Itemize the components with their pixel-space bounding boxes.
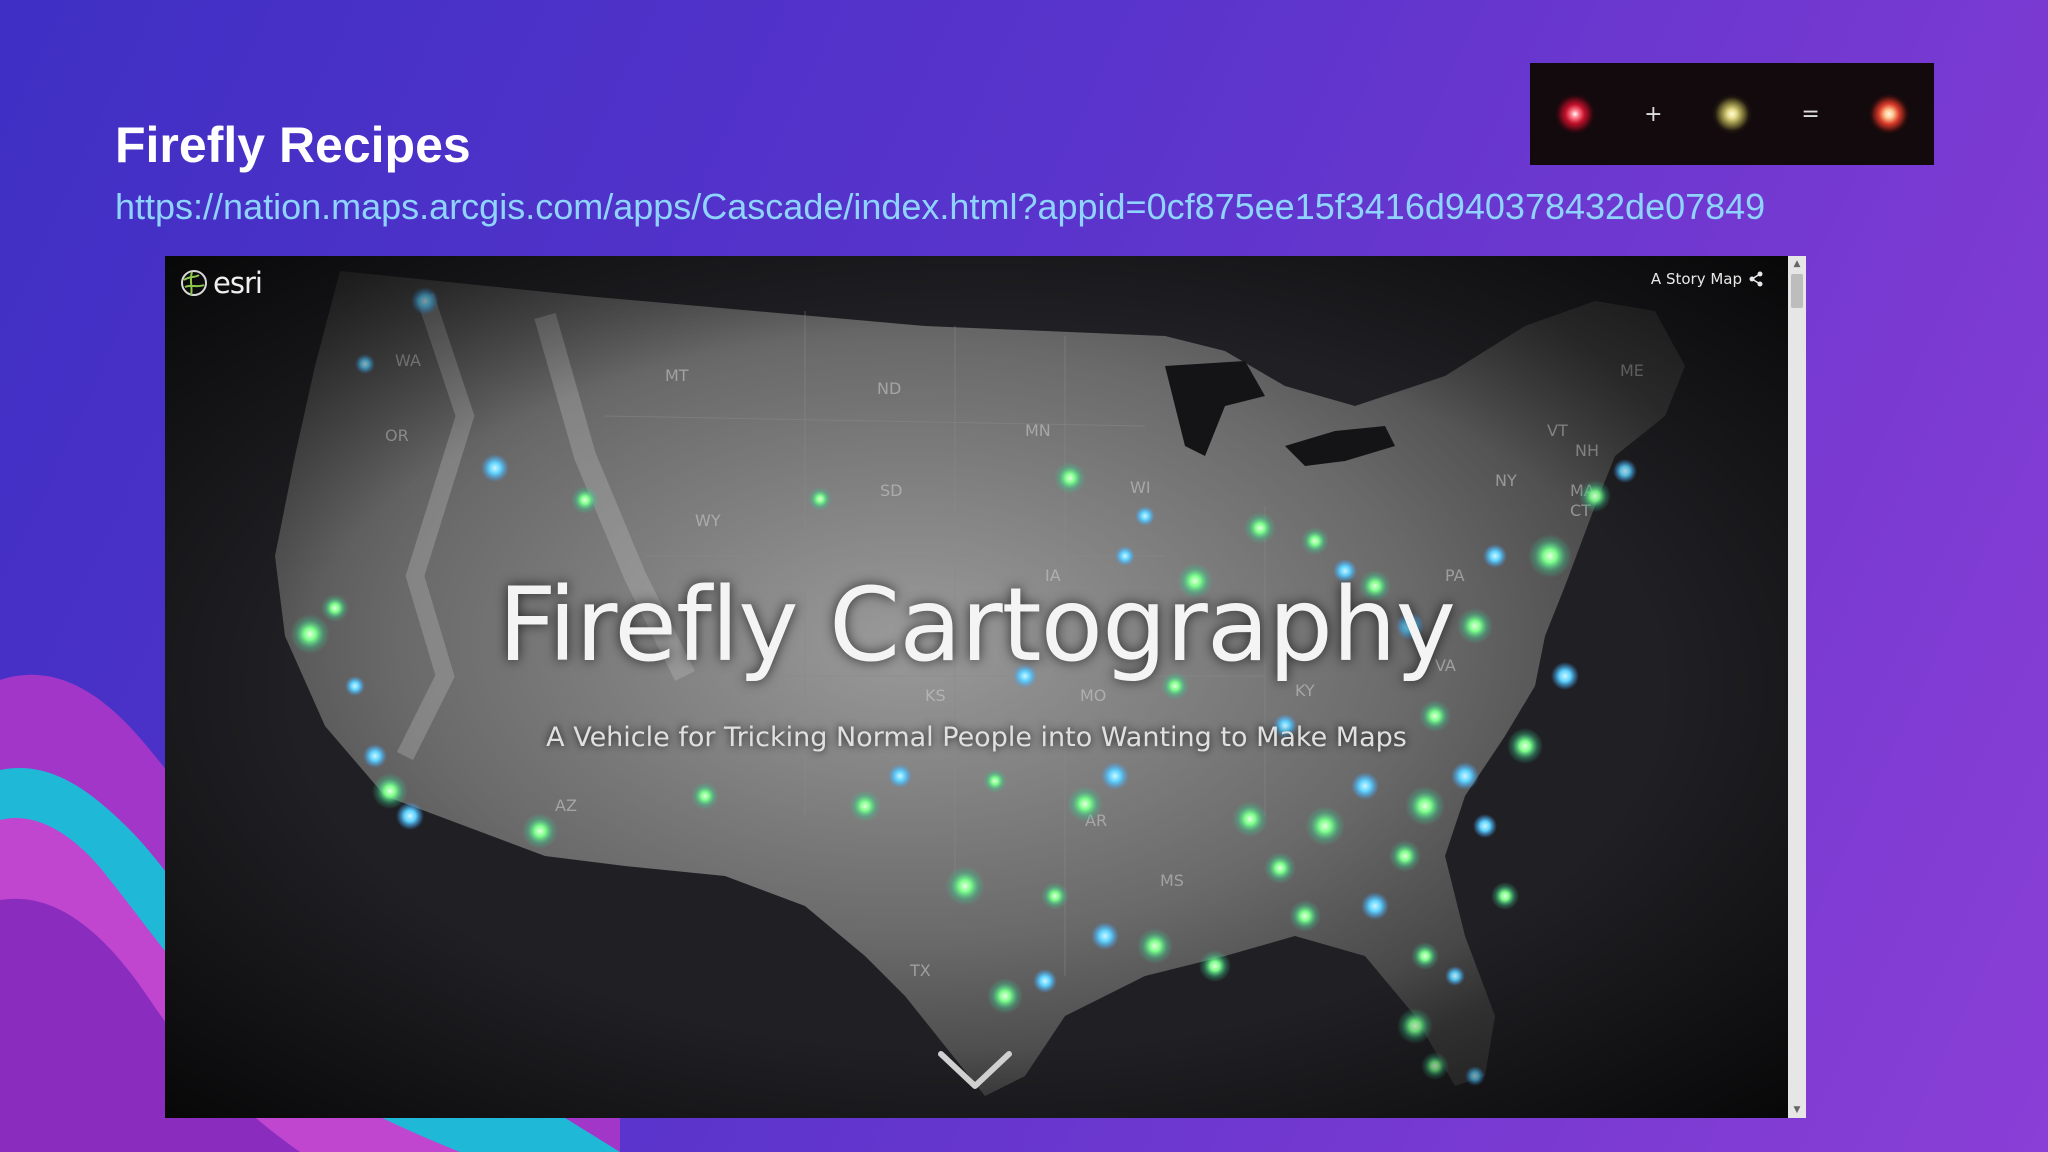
firefly-map[interactable]: ND MN SD WI IA MO KS KY VA PA NY VT NH M… [165, 256, 1788, 1118]
hero-subtitle: A Vehicle for Tricking Normal People int… [546, 722, 1407, 753]
orange-glow-swatch [1869, 94, 1910, 134]
scroll-down-arrow-icon[interactable]: ▼ [1788, 1102, 1806, 1118]
esri-logo-text: esri [213, 266, 263, 300]
vertical-scrollbar[interactable]: ▲ ▼ [1788, 256, 1806, 1118]
yellow-glow-swatch [1711, 94, 1752, 134]
story-map-embed[interactable]: ND MN SD WI IA MO KS KY VA PA NY VT NH M… [165, 256, 1806, 1118]
share-icon[interactable] [1748, 271, 1764, 287]
story-map-badge[interactable]: A Story Map [1651, 270, 1764, 288]
scroll-up-arrow-icon[interactable]: ▲ [1788, 256, 1806, 272]
slide-title: Firefly Recipes [115, 117, 471, 173]
story-map-label: A Story Map [1650, 270, 1742, 288]
red-glow-swatch [1554, 94, 1595, 134]
scrollbar-thumb[interactable] [1791, 274, 1803, 308]
equals-sign: = [1801, 101, 1820, 127]
chevron-down-icon[interactable] [935, 1046, 1015, 1096]
slide-link[interactable]: https://nation.maps.arcgis.com/apps/Casc… [115, 186, 1765, 228]
hero-title: Firefly Cartography [497, 566, 1456, 685]
color-blend-formula: + = [1530, 63, 1934, 165]
esri-logo[interactable]: esri [179, 266, 263, 300]
globe-icon [181, 270, 207, 296]
plus-sign: + [1644, 101, 1663, 127]
